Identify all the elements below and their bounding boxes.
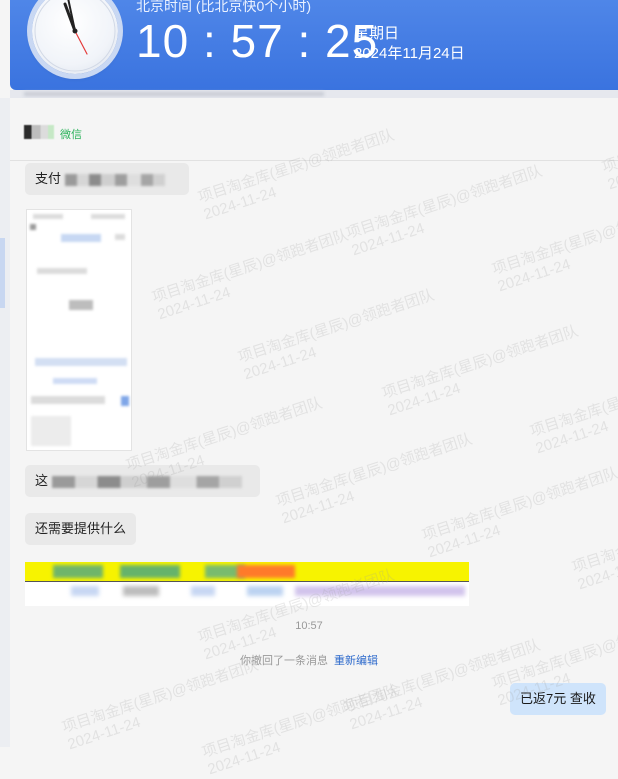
watermark-text: 项目淘金库(星辰)@领跑者团队2024-11-24 <box>344 162 545 260</box>
watermark-text: 项目淘金库(星辰)@领跑者团队2024-11-24 <box>274 430 475 528</box>
redacted-text <box>51 475 242 488</box>
watermark-text: 项目淘金库(星辰)@领跑者团队2024-11-24 <box>528 360 618 458</box>
watermark-text: 项目淘金库(星辰)@领跑者团队2024-11-24 <box>420 464 618 562</box>
clock-date: 2024年11月24日 <box>354 45 465 62</box>
contact-wechat-tag: 微信 <box>60 129 82 141</box>
clock-time: 10 : 57 : 25 <box>136 15 379 67</box>
redacted-text <box>64 173 165 186</box>
chat-header: 微信 <box>10 98 618 161</box>
watermark-text: 项目淘金库(星辰)@领跑者团队2024-11-24 <box>200 681 401 779</box>
contact-name-redacted <box>24 125 54 139</box>
watermark-text: 项目淘金库(星辰)@领跑者团队2024-11-24 <box>570 496 618 594</box>
time-separator: 10:57 <box>295 620 323 632</box>
message-bubble-1[interactable]: 支付 <box>25 163 189 195</box>
watermark-text: 项目淘金库(星辰)@领跑者团队2024-11-24 <box>236 286 437 384</box>
watermark-text: 项目淘金库(星辰)@领跑者团队2024-11-24 <box>380 322 581 420</box>
message-bubble-5[interactable]: 还需要提供什么 <box>25 513 137 545</box>
left-panel-tab[interactable] <box>0 238 5 308</box>
watermark-text: 项目淘金库(星辰)@领跑者团队2024-11-24 <box>150 226 351 324</box>
blurred-strip <box>10 90 618 98</box>
re-edit-link[interactable]: 重新编辑 <box>334 655 378 667</box>
left-panel-edge <box>0 98 10 747</box>
watermark-text: 项目淘金库(星辰)@领跑者团队2024-11-24 <box>60 656 261 754</box>
screenshot-image-message[interactable] <box>26 209 132 451</box>
message-bubble-4[interactable]: 这 <box>25 465 260 497</box>
table-image-message[interactable] <box>25 562 469 606</box>
message-text: 这 <box>35 473 49 488</box>
clock-banner: 北京时间 (比北京快0个小时) 10 : 57 : 25 星期日 2024年11… <box>10 0 618 90</box>
recall-text: 你撤回了一条消息 <box>240 655 328 667</box>
recall-notice: 你撤回了一条消息 重新编辑 <box>0 652 618 668</box>
watermark-text: 项目淘金库(星辰)@领跑者团队2024-11-24 <box>490 198 618 296</box>
message-text: 支付 <box>35 171 62 186</box>
outgoing-message-bubble[interactable]: 已返7元 查收 <box>510 683 606 715</box>
message-text: 还需要提供什么 <box>35 521 127 536</box>
clock-weekday: 星期日 <box>354 25 400 42</box>
analog-clock-icon <box>32 0 118 74</box>
